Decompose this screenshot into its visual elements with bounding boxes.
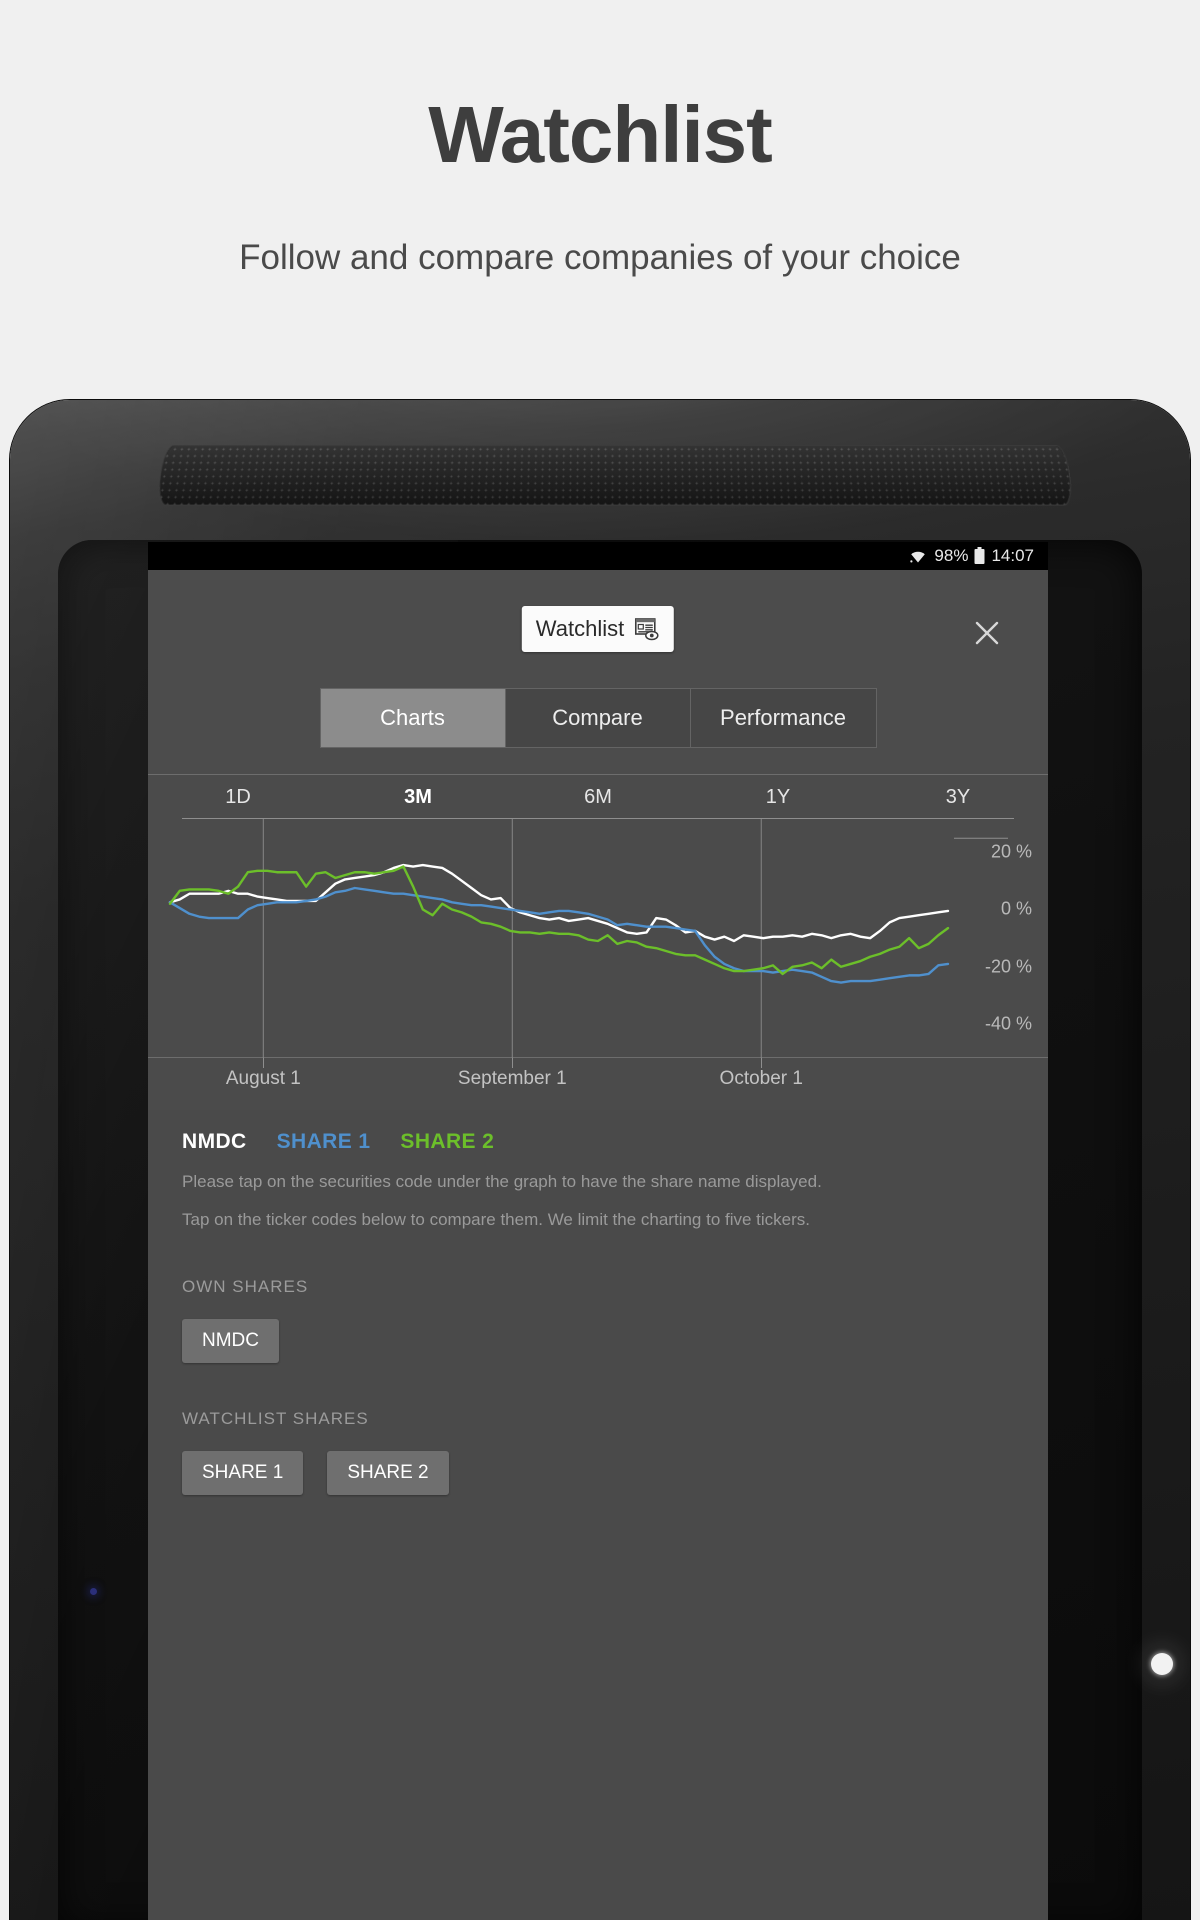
promo-page: Watchlist Follow and compare companies o… [0, 0, 1200, 1920]
tab-charts[interactable]: Charts [320, 689, 506, 747]
watchlist-shares-label: WATCHLIST SHARES [182, 1408, 369, 1428]
watchlist-title-chip[interactable]: Watchlist [521, 606, 675, 652]
watchlist-shares-chips: SHARE 1 SHARE 2 [148, 1450, 1048, 1495]
chip-nmdc[interactable]: NMDC [182, 1318, 279, 1363]
speaker-grille-icon [155, 444, 1075, 506]
chart-legend: NMDC SHARE 1 SHARE 2 [148, 1110, 1048, 1160]
chart-panel: 1D 3M 6M 1Y 3Y 20 % 0 % -20 % -40 % [148, 774, 1048, 1059]
home-button[interactable] [1151, 1653, 1173, 1675]
chip-share-2[interactable]: SHARE 2 [327, 1450, 449, 1495]
watchlist-list-eye-icon [635, 618, 659, 641]
x-tick-mark [263, 1058, 265, 1068]
tab-compare[interactable]: Compare [505, 689, 691, 747]
notification-led-icon [90, 1588, 97, 1595]
range-1y[interactable]: 1Y [688, 786, 868, 809]
battery-icon [974, 547, 985, 564]
view-tabs: Charts Compare Performance [148, 688, 1048, 774]
note-line-2: Tap on the ticker codes below to compare… [182, 1210, 811, 1230]
close-icon[interactable] [970, 616, 1004, 650]
x-axis-labels: August 1 September 1 October 1 [148, 1058, 1048, 1110]
page-title: Watchlist [428, 90, 773, 179]
range-1d[interactable]: 1D [148, 786, 328, 809]
series-share-2 [168, 865, 950, 976]
own-shares-chips: NMDC [148, 1318, 1048, 1363]
device-screen: 98% 14:07 Watchlist Charts Compare Perfo… [148, 542, 1048, 1920]
chip-share-1[interactable]: SHARE 1 [182, 1450, 304, 1495]
x-tick-mark [761, 1058, 763, 1068]
own-shares-label: OWN SHARES [182, 1276, 309, 1296]
status-bar: 98% 14:07 [148, 542, 1048, 570]
range-selector: 1D 3M 6M 1Y 3Y [148, 775, 1048, 819]
price-line-chart [168, 819, 1008, 1059]
plot-area: 20 % 0 % -20 % -40 % [148, 819, 1048, 1059]
app-bar: Watchlist [148, 570, 1048, 688]
legend-item-share-1[interactable]: SHARE 1 [277, 1130, 371, 1154]
x-tick-mark [512, 1058, 514, 1068]
legend-item-nmdc[interactable]: NMDC [182, 1130, 247, 1154]
x-tick-label: September 1 [457, 1068, 567, 1089]
battery-percent-label: 98% [934, 546, 969, 565]
legend-item-share-2[interactable]: SHARE 2 [400, 1130, 494, 1154]
range-6m[interactable]: 6M [508, 786, 688, 809]
series-share-1 [168, 886, 950, 984]
note-line-1: Please tap on the securities code under … [182, 1172, 822, 1191]
clock-label: 14:07 [991, 546, 1034, 565]
range-3m[interactable]: 3M [328, 786, 508, 809]
x-tick-label: October 1 [719, 1068, 803, 1089]
range-3y[interactable]: 3Y [868, 786, 1048, 809]
x-tick-label: August 1 [225, 1068, 301, 1089]
ticker-sheet: NMDC SHARE 1 SHARE 2 Please tap on the s… [148, 1110, 1048, 1710]
page-subtitle: Follow and compare companies of your cho… [239, 238, 961, 277]
watchlist-chip-label: Watchlist [535, 616, 625, 641]
tab-performance[interactable]: Performance [690, 689, 876, 747]
wifi-icon [910, 551, 926, 563]
